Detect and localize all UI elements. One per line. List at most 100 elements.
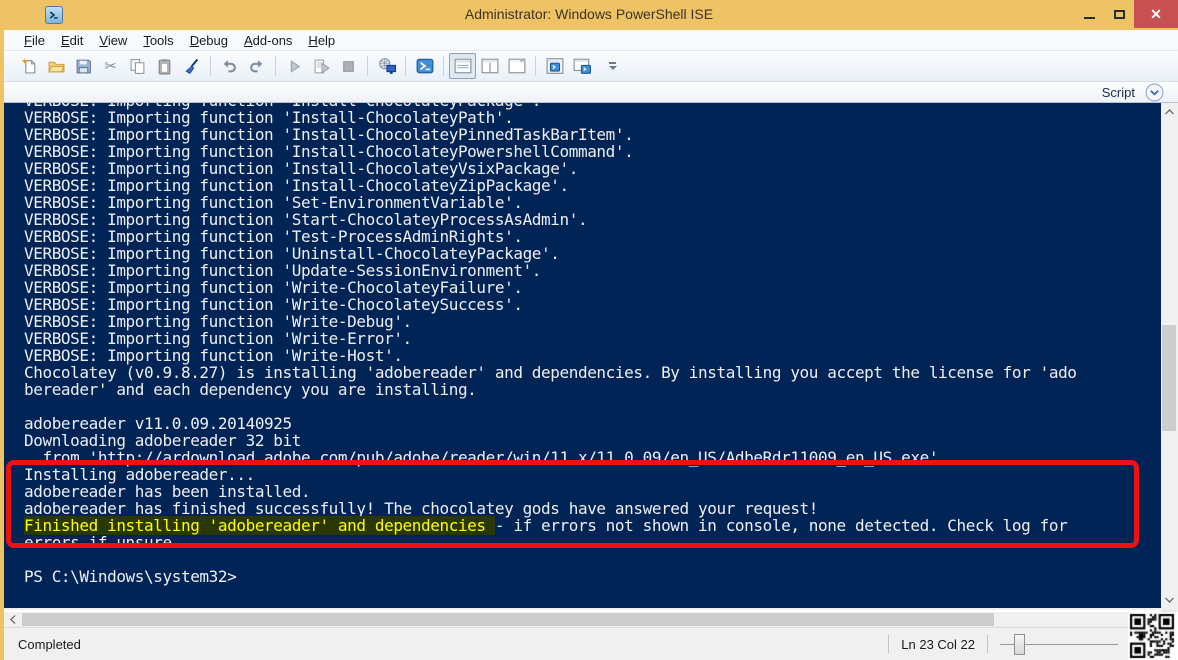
- vertical-scrollbar-thumb[interactable]: [1162, 325, 1176, 431]
- scroll-down-icon[interactable]: [1161, 591, 1177, 608]
- show-script-pane-right-button[interactable]: [476, 53, 503, 79]
- new-remote-powershell-tab-button[interactable]: [373, 53, 400, 79]
- window-controls: ✕: [1074, 0, 1178, 28]
- console-line: Installing adobereader...: [24, 466, 1161, 483]
- console-line: Finished installing 'adobereader' and de…: [24, 517, 1161, 534]
- menu-edit[interactable]: Edit: [53, 31, 91, 50]
- status-separator: [888, 635, 889, 653]
- menu-debug[interactable]: Debug: [182, 31, 236, 50]
- status-separator: [987, 635, 988, 653]
- run-script-button[interactable]: [281, 53, 308, 79]
- console-line: VERBOSE: Importing function 'Write-Error…: [24, 330, 1161, 347]
- status-bar-right: Ln 23 Col 22: [888, 634, 1118, 655]
- zoom-slider-thumb[interactable]: [1014, 634, 1025, 655]
- toolbar-overflow-button[interactable]: [599, 53, 626, 79]
- minimize-button[interactable]: [1074, 0, 1104, 28]
- show-script-pane-maximized-button[interactable]: [503, 53, 530, 79]
- menu-bar: FileEditViewToolsDebugAdd-onsHelp: [4, 30, 1178, 51]
- paste-button[interactable]: [151, 53, 178, 79]
- menu-add-ons[interactable]: Add-ons: [236, 31, 300, 50]
- run-script-icon: [286, 58, 303, 75]
- console-line: VERBOSE: Importing function 'Start-Choco…: [24, 211, 1161, 228]
- powershell-ise-window: Administrator: Windows PowerShell ISE ✕ …: [0, 0, 1178, 660]
- new-powershell-tab-button[interactable]: [541, 53, 568, 79]
- cut-button[interactable]: ✂: [97, 53, 124, 79]
- window-frame-edge: [0, 30, 4, 660]
- console-line: VERBOSE: Importing function 'Uninstall-C…: [24, 245, 1161, 262]
- save-icon: [75, 58, 92, 75]
- start-powershell-icon: [416, 57, 434, 75]
- show-script-pane-right-icon: [481, 57, 499, 75]
- status-text: Completed: [18, 637, 81, 652]
- paste-icon: [156, 58, 173, 75]
- menu-file[interactable]: File: [16, 31, 53, 50]
- copy-icon: [129, 58, 146, 75]
- console-line: PS C:\Windows\system32>: [24, 568, 1161, 585]
- run-selection-icon: [313, 58, 330, 75]
- run-selection-button[interactable]: [308, 53, 335, 79]
- show-script-pane-top-icon: [454, 57, 472, 75]
- console-line: VERBOSE: Importing function 'Install-Cho…: [24, 126, 1161, 143]
- console-pane[interactable]: VERBOSE: Importing function 'Install-Cho…: [4, 103, 1161, 608]
- menu-help[interactable]: Help: [300, 31, 343, 50]
- close-button[interactable]: ✕: [1134, 0, 1178, 28]
- status-bar: Completed Ln 23 Col 22: [4, 627, 1178, 660]
- console-line: VERBOSE: Importing function 'Write-Host'…: [24, 347, 1161, 364]
- console-line: VERBOSE: Importing function 'Install-Cho…: [24, 143, 1161, 160]
- window-title: Administrator: Windows PowerShell ISE: [0, 6, 1178, 22]
- script-pane-expander-button[interactable]: [1145, 83, 1164, 102]
- console-line: adobereader v11.0.09.20140925: [24, 415, 1161, 432]
- open-script-button[interactable]: [43, 53, 70, 79]
- zoom-slider[interactable]: [1000, 634, 1118, 655]
- save-button[interactable]: [70, 53, 97, 79]
- menu-tools[interactable]: Tools: [135, 31, 181, 50]
- console-line: VERBOSE: Importing function 'Install-Cho…: [24, 109, 1161, 126]
- console-line: adobereader has finished successfully! T…: [24, 500, 1161, 517]
- new-powershell-tab-icon: [546, 57, 564, 75]
- new-script-button[interactable]: [16, 53, 43, 79]
- script-pane-label: Script: [1102, 85, 1135, 100]
- cut-icon: ✂: [104, 57, 117, 75]
- console-line: VERBOSE: Importing function 'Install-Cho…: [24, 160, 1161, 177]
- open-script-icon: [48, 58, 65, 75]
- show-script-pane-top-button[interactable]: [449, 53, 476, 79]
- toolbar-separator: [535, 56, 536, 76]
- console-line: VERBOSE: Importing function 'Write-Choco…: [24, 279, 1161, 296]
- toolbar-separator: [367, 56, 368, 76]
- toolbar-separator: [443, 56, 444, 76]
- console-line: bereader' and each dependency you are in…: [24, 381, 1161, 398]
- clear-console-icon: [183, 58, 200, 75]
- clear-console-button[interactable]: [178, 53, 205, 79]
- undo-icon: [221, 58, 238, 75]
- toolbar: ✂: [4, 51, 1178, 82]
- toolbar-separator: [275, 56, 276, 76]
- scroll-up-icon[interactable]: [1161, 103, 1177, 120]
- console-line: VERBOSE: Importing function 'Write-Choco…: [24, 296, 1161, 313]
- console-line: adobereader has been installed.: [24, 483, 1161, 500]
- toolbar-overflow-icon: [609, 62, 616, 64]
- console-line: from 'http://ardownload.adobe.com/pub/ad…: [24, 449, 1161, 466]
- console-line: Chocolatey (v0.9.8.27) is installing 'ad…: [24, 364, 1161, 381]
- chevron-down-icon: [1145, 83, 1164, 102]
- start-powershell-button[interactable]: [411, 53, 438, 79]
- script-new-window-button[interactable]: [568, 53, 595, 79]
- undo-button[interactable]: [216, 53, 243, 79]
- stop-operation-icon: [340, 58, 357, 75]
- console-line: [24, 398, 1161, 415]
- stop-operation-button[interactable]: [335, 53, 362, 79]
- new-remote-powershell-tab-icon: [378, 57, 396, 75]
- console-line: VERBOSE: Importing function 'Test-Proces…: [24, 228, 1161, 245]
- scroll-left-icon[interactable]: [4, 612, 21, 627]
- console-line: VERBOSE: Importing function 'Install-Cho…: [24, 177, 1161, 194]
- menu-view[interactable]: View: [91, 31, 135, 50]
- cursor-position: Ln 23 Col 22: [901, 637, 975, 652]
- horizontal-scrollbar[interactable]: [4, 610, 1161, 627]
- horizontal-scrollbar-thumb[interactable]: [22, 613, 994, 626]
- title-bar[interactable]: Administrator: Windows PowerShell ISE ✕: [0, 0, 1178, 30]
- redo-button[interactable]: [243, 53, 270, 79]
- console-line: VERBOSE: Importing function 'Set-Environ…: [24, 194, 1161, 211]
- copy-button[interactable]: [124, 53, 151, 79]
- vertical-scrollbar[interactable]: [1161, 103, 1177, 608]
- maximize-icon: [1114, 10, 1125, 19]
- maximize-button[interactable]: [1104, 0, 1134, 28]
